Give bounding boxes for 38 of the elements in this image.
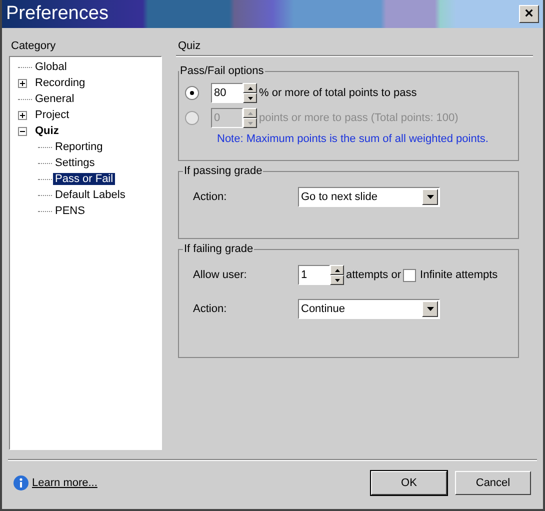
tree-item[interactable]: Quiz [33,125,61,137]
expander-icon[interactable] [18,78,27,88]
option-label: % or more of total points to pass [259,87,417,99]
action-dropdown[interactable]: Go to next slide [298,187,440,207]
expander-icon[interactable] [18,110,27,120]
group-title: If passing grade [183,165,264,177]
note-text: Note: Maximum points is the sum of all weighted points. [216,133,490,145]
caret-icon [426,195,434,199]
window-title: Preferences [6,3,108,25]
tree-item[interactable]: PENS [53,205,87,217]
group-title: Pass/Fail options [179,65,265,77]
tree-item[interactable]: Global [33,61,69,73]
ok-button[interactable]: OK [371,471,447,495]
panel-title: Quiz [177,40,202,54]
action-label: Action: [192,191,228,203]
action-label: Action: [192,303,228,315]
tree-item[interactable]: General [33,93,76,105]
info-icon [13,475,29,491]
allow-label: Allow user: [192,269,248,281]
attempts-label: attempts or [346,269,402,281]
tree-item[interactable]: Reporting [53,141,105,153]
checkbox[interactable] [403,268,416,282]
category-label: Category [10,40,57,54]
expander-icon[interactable] [18,126,27,136]
caret-icon [426,307,434,311]
tree-item[interactable]: Pass or Fail [53,173,116,185]
learn-more-link[interactable]: Learn more... [32,477,98,489]
option-label: points or more to pass (Total points: 100) [259,112,458,124]
tree-item[interactable]: Project [33,109,72,121]
close-button[interactable]: × [519,5,539,23]
tree-item[interactable]: Recording [33,77,88,89]
radio-button[interactable] [185,86,199,100]
checkbox-label: Infinite attempts [420,269,498,281]
cancel-button[interactable]: Cancel [455,471,531,495]
tree-item[interactable]: Settings [53,157,97,169]
group-title: If failing grade [183,243,254,255]
tree-item[interactable]: Default Labels [53,189,128,201]
action-dropdown[interactable]: Continue [298,299,440,319]
